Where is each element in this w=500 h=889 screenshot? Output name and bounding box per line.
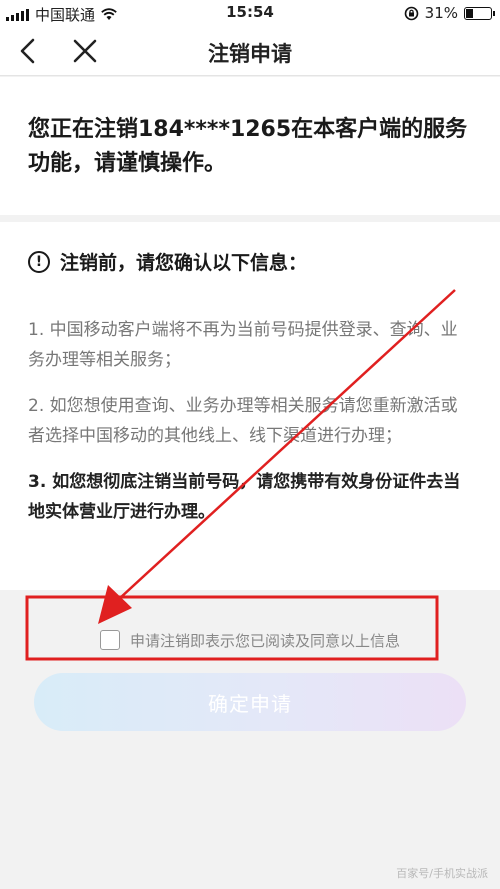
confirm-button[interactable]: 确定申请 (34, 673, 466, 731)
orientation-lock-icon (404, 6, 418, 20)
annotation-arrow-head (98, 585, 132, 624)
notice-item-1: 1. 中国移动客户端将不再为当前号码提供登录、查询、业务办理等相关服务； (28, 320, 458, 370)
battery-icon (464, 6, 495, 20)
notice-heading-row: ! 注销前，请您确认以下信息： (28, 248, 472, 275)
nav-bar: 注销申请 (0, 26, 500, 76)
battery-level (466, 8, 474, 18)
exclamation-circle-icon: ! (28, 250, 50, 273)
status-bar: 中国联通 15:54 31% (0, 0, 500, 26)
notice-item-2: 2. 如您想使用查询、业务办理等相关服务请您重新激活或者选择中国移动的其他线上、… (28, 396, 458, 446)
notice-item-3: 3. 如您想彻底注销当前号码，请您携带有效身份证件去当地实体营业厅进行办理。 (28, 472, 461, 522)
agreement-checkbox[interactable] (99, 630, 120, 650)
watermark: 百家号/手机实战派 (396, 867, 488, 880)
intro-section: 您正在注销184****1265在本客户端的服务功能，请谨慎操作。 (0, 77, 500, 215)
battery-percent: 31% (424, 4, 458, 22)
notice-section: ! 注销前，请您确认以下信息： 1. 中国移动客户端将不再为当前号码提供登录、查… (0, 222, 500, 590)
status-right: 31% (404, 4, 495, 22)
intro-text: 您正在注销184****1265在本客户端的服务功能，请谨慎操作。 (28, 117, 468, 176)
agreement-row[interactable]: 申请注销即表示您已阅读及同意以上信息 (0, 625, 500, 655)
page-title: 注销申请 (208, 42, 292, 66)
notice-heading: 注销前，请您确认以下信息： (60, 252, 308, 274)
agreement-label[interactable]: 申请注销即表示您已阅读及同意以上信息 (130, 630, 400, 651)
